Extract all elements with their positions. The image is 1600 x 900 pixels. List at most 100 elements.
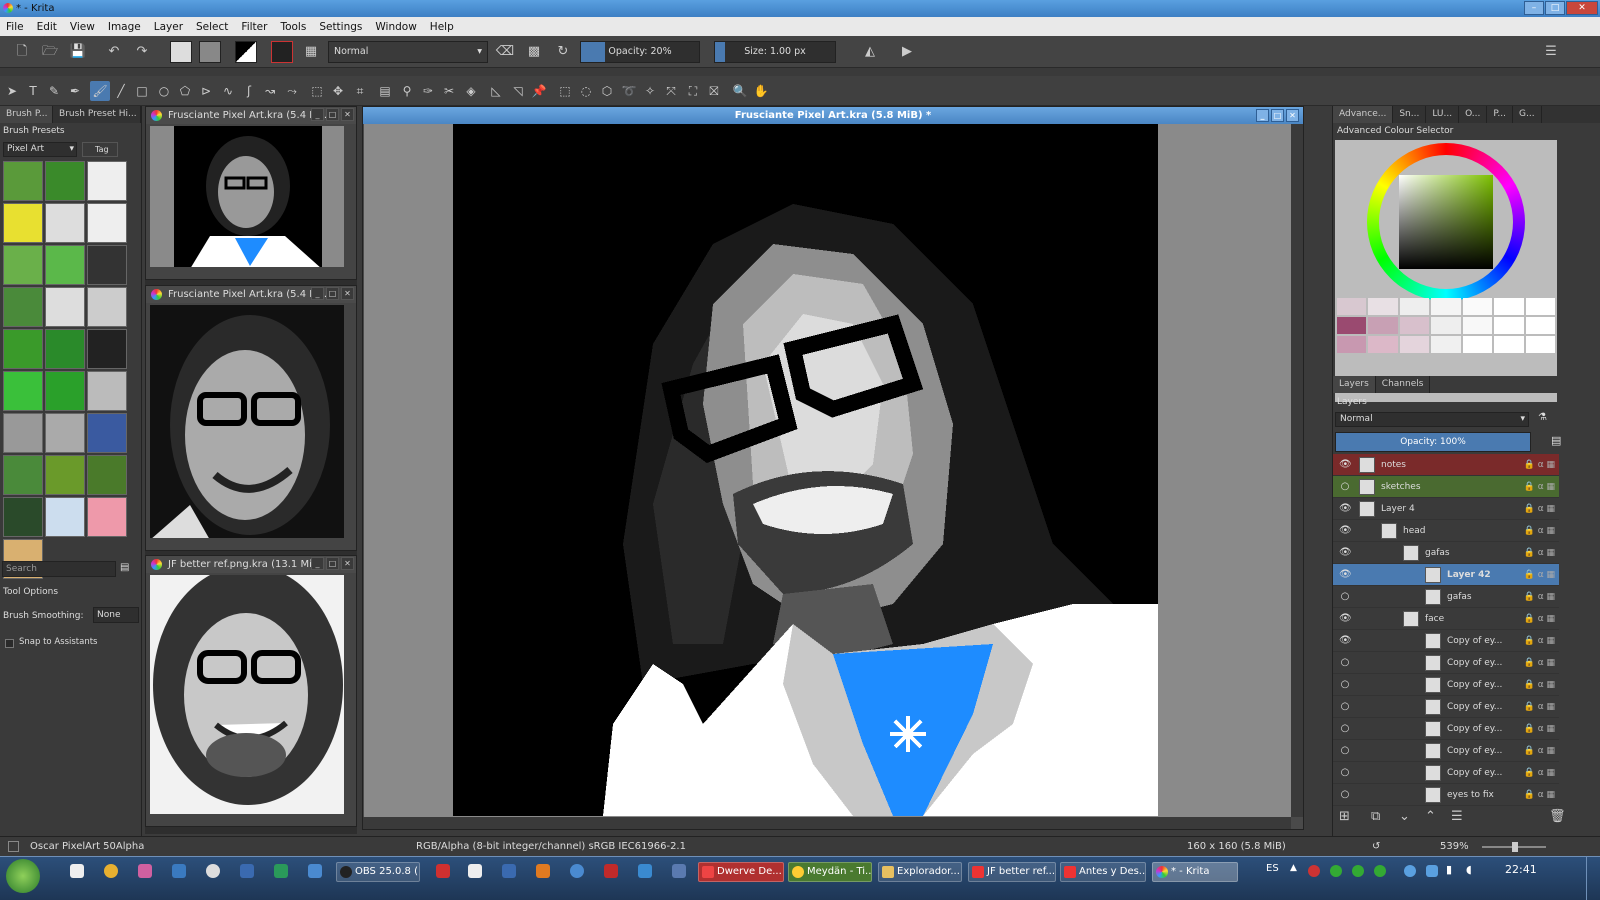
saturation-value-square[interactable] (1399, 175, 1493, 269)
tab-snapshot[interactable]: Sn... (1393, 106, 1427, 123)
layer-property-icons[interactable]: 🔒 α ▦ (1524, 498, 1555, 520)
transform-icon[interactable]: ⬚ (307, 81, 327, 101)
multibrush-icon[interactable]: ⤳ (282, 81, 302, 101)
taskbar-app-icon[interactable] (138, 864, 152, 878)
tab-brush-presets[interactable]: Brush P... (0, 106, 54, 123)
dock-toggle-icon[interactable]: ☰ (1541, 42, 1561, 62)
zoom-slider[interactable] (1482, 842, 1546, 852)
magnetic-select-icon[interactable]: ⛝ (704, 81, 724, 101)
eye-closed-icon[interactable]: ○ (1339, 723, 1351, 735)
rect-select-icon[interactable]: ⬚ (555, 81, 575, 101)
layer-row[interactable]: ○ Copy of ey... 🔒 α ▦ (1333, 762, 1559, 784)
layer-row[interactable]: ○ Copy of ey... 🔒 α ▦ (1333, 740, 1559, 762)
menu-image[interactable]: Image (108, 21, 141, 33)
layer-row[interactable]: 👁 notes 🔒 α ▦ (1333, 454, 1559, 476)
menu-file[interactable]: File (6, 21, 24, 33)
layer-property-icons[interactable]: 🔒 α ▦ (1524, 476, 1555, 498)
layer-property-icons[interactable]: 🔒 α ▦ (1524, 520, 1555, 542)
workspace-grid-icon[interactable]: ▦ (301, 42, 321, 62)
brush-preset[interactable] (87, 203, 127, 243)
similar-select-icon[interactable]: ⤧ (661, 81, 681, 101)
menu-edit[interactable]: Edit (37, 21, 57, 33)
polygon-select-icon[interactable]: ⬡ (597, 81, 617, 101)
tray-expand-icon[interactable]: ▲ (1290, 863, 1297, 873)
tab-palette[interactable]: P... (1487, 106, 1513, 123)
brush-preset[interactable] (3, 245, 43, 285)
taskbar-app-icon[interactable] (274, 864, 288, 878)
eye-open-icon[interactable]: 👁 (1339, 503, 1352, 515)
layer-row[interactable]: 👁 gafas 🔒 α ▦ (1333, 542, 1559, 564)
tab-lut[interactable]: LU... (1426, 106, 1460, 123)
minimize-icon[interactable]: _ (1256, 109, 1269, 122)
subwindow-reference[interactable]: JF better ref.png.kra (13.1 MiB) _ □ ✕ (145, 555, 357, 827)
maximize-button[interactable]: □ (1545, 1, 1565, 15)
eye-closed-icon[interactable]: ○ (1339, 679, 1351, 691)
layer-blend-select[interactable]: Normal ▾ (1335, 412, 1529, 427)
eye-closed-icon[interactable]: ○ (1339, 789, 1351, 801)
layer-property-icons[interactable]: 🔒 α ▦ (1524, 784, 1555, 806)
freehand-brush-icon[interactable]: 🖌 (90, 81, 110, 101)
brush-preset[interactable] (3, 371, 43, 411)
menu-window[interactable]: Window (375, 21, 416, 33)
line-tool-icon[interactable]: ╱ (111, 81, 131, 101)
eye-closed-icon[interactable]: ○ (1339, 591, 1351, 603)
bezier-tool-icon[interactable]: ∿ (218, 81, 238, 101)
tab-channels[interactable]: Channels (1376, 376, 1431, 393)
taskbar-task-krita[interactable]: * - Krita (1152, 862, 1238, 882)
layer-row[interactable]: 👁 face 🔒 α ▦ (1333, 608, 1559, 630)
layer-property-icons[interactable]: 🔒 α ▦ (1524, 696, 1555, 718)
brush-preset[interactable] (87, 455, 127, 495)
tab-advanced-color[interactable]: Advance... (1333, 106, 1394, 123)
size-slider[interactable]: Size: 1.00 px (714, 41, 836, 63)
mirror-vertical-icon[interactable]: ▶ (897, 42, 917, 62)
mirror-horizontal-icon[interactable]: ◭ (860, 42, 880, 62)
pan-tool-icon[interactable]: ✋ (751, 81, 771, 101)
pattern-swatch[interactable] (199, 41, 221, 63)
tray-app-icon[interactable] (1330, 865, 1342, 877)
close-icon[interactable]: ✕ (341, 287, 354, 300)
eye-closed-icon[interactable]: ○ (1339, 657, 1351, 669)
menu-settings[interactable]: Settings (319, 21, 362, 33)
assistant-tool-icon[interactable]: ◺ (486, 81, 506, 101)
layer-opacity-slider[interactable]: Opacity: 100% (1335, 432, 1531, 452)
eye-open-icon[interactable]: 👁 (1339, 569, 1352, 581)
measure-tool-icon[interactable]: ◹ (508, 81, 528, 101)
brush-preset[interactable] (87, 497, 127, 537)
tab-grid[interactable]: G... (1513, 106, 1542, 123)
brush-preset[interactable] (3, 413, 43, 453)
close-icon[interactable]: ✕ (1286, 109, 1299, 122)
edit-shape-icon[interactable]: ✒ (65, 81, 85, 101)
volume-icon[interactable]: ◖ (1466, 863, 1472, 876)
maximize-icon[interactable]: □ (1271, 109, 1284, 122)
tray-app-icon[interactable] (1426, 865, 1438, 877)
save-icon[interactable]: 💾 (68, 42, 88, 62)
taskbar-app-icon[interactable] (468, 864, 482, 878)
zoom-tool-icon[interactable]: 🔍 (730, 81, 750, 101)
brush-preset[interactable] (45, 329, 85, 369)
layer-property-icons[interactable]: 🔒 α ▦ (1524, 542, 1555, 564)
brush-search-input[interactable]: Search (2, 561, 116, 577)
input-language[interactable]: ES (1266, 863, 1279, 874)
brush-preset[interactable] (45, 161, 85, 201)
brush-preset[interactable] (87, 371, 127, 411)
ellipse-tool-icon[interactable]: ○ (154, 81, 174, 101)
move-layer-down-icon[interactable]: ⌄ (1399, 809, 1410, 824)
brush-filter-select[interactable]: Pixel Art ▾ (3, 142, 77, 157)
brush-preset[interactable] (3, 161, 43, 201)
menu-filter[interactable]: Filter (241, 21, 267, 33)
polyline-tool-icon[interactable]: ⊳ (196, 81, 216, 101)
brush-preset[interactable] (45, 497, 85, 537)
redo-icon[interactable]: ↷ (132, 42, 152, 62)
taskbar-app-icon[interactable] (436, 864, 450, 878)
snap-to-assistants-checkbox[interactable] (5, 639, 14, 648)
open-file-icon[interactable]: 🗁 (40, 42, 60, 62)
minimize-icon[interactable]: _ (311, 287, 324, 300)
brush-preset[interactable] (87, 413, 127, 453)
opacity-slider[interactable]: Opacity: 20% (580, 41, 700, 63)
eye-open-icon[interactable]: 👁 (1339, 613, 1352, 625)
layer-property-icons[interactable]: 🔒 α ▦ (1524, 652, 1555, 674)
fill-gradient-swatch[interactable] (170, 41, 192, 63)
taskbar-app-icon[interactable] (502, 864, 516, 878)
bezier-select-icon[interactable]: ⛶ (683, 81, 703, 101)
taskbar-chrome-icon[interactable] (104, 864, 118, 878)
